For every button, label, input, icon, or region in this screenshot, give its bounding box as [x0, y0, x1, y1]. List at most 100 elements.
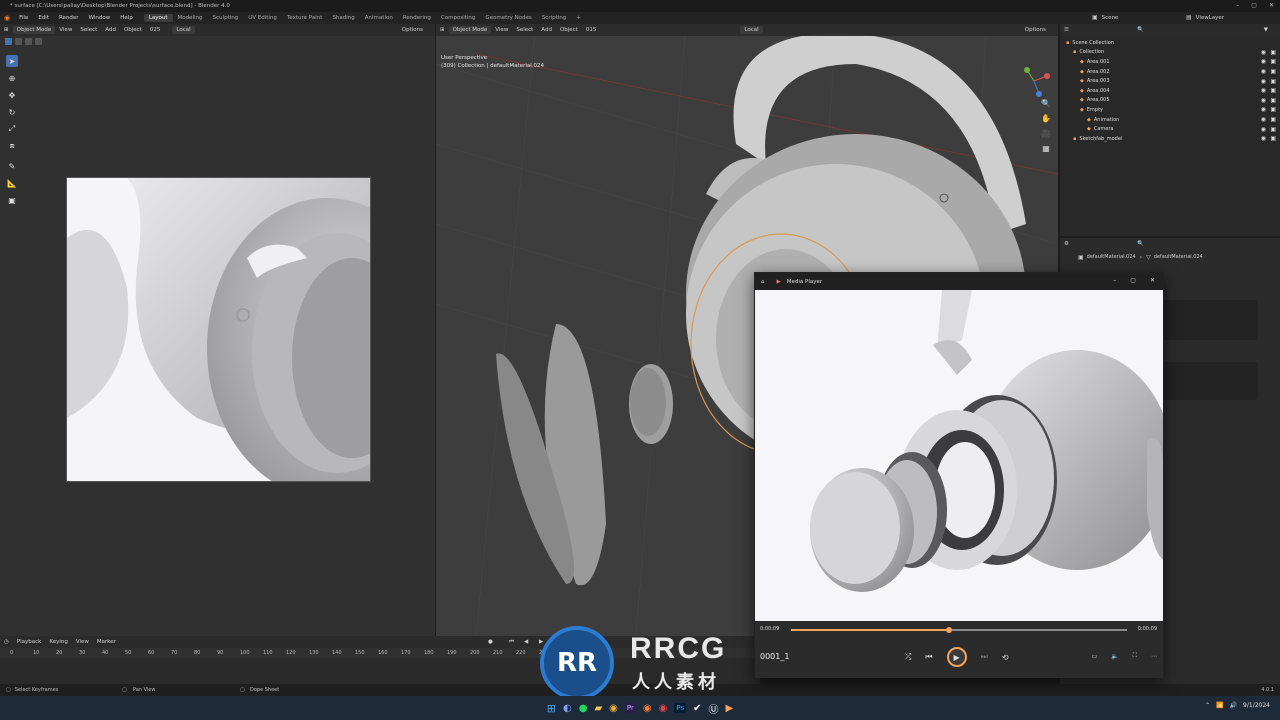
header-menu-select[interactable]: Select	[76, 27, 101, 33]
todo-icon[interactable]: ✔	[693, 703, 701, 714]
visibility-eye-icon[interactable]: ◉	[1261, 87, 1266, 94]
viewport-menu-add[interactable]: Add	[537, 27, 556, 33]
speaker-icon[interactable]: 🔊	[1230, 702, 1237, 709]
render-camera-icon[interactable]: ▣	[1270, 106, 1276, 113]
outliner-item[interactable]: ◆ Animation ◉ ▣	[1060, 115, 1280, 125]
visibility-eye-icon[interactable]: ◉	[1261, 135, 1266, 142]
measure-tool-icon[interactable]: 📐	[6, 177, 18, 189]
visibility-eye-icon[interactable]: ◉	[1261, 126, 1266, 133]
workspace-tab-add[interactable]: +	[571, 15, 586, 21]
outliner-item[interactable]: ◆ Area.002 ◉ ▣	[1060, 67, 1280, 77]
render-camera-icon[interactable]: ▣	[1270, 126, 1276, 133]
box-mode-icon[interactable]	[15, 38, 22, 45]
chrome-icon[interactable]: ◉	[609, 703, 618, 714]
fullscreen-icon[interactable]: ⛶	[1133, 652, 1137, 660]
copilot-icon[interactable]: ◐	[563, 703, 572, 714]
outliner-item[interactable]: ▪ Scene Collection	[1060, 38, 1280, 48]
transform-tool-icon[interactable]: ⧈	[6, 140, 18, 152]
workspace-tab-scripting[interactable]: Scripting	[537, 15, 571, 21]
file-explorer-icon[interactable]: ▰	[594, 703, 602, 714]
outliner-item[interactable]: ◆ Camera ◉ ▣	[1060, 124, 1280, 134]
volume-icon[interactable]: 🔈	[1111, 653, 1118, 660]
captions-icon[interactable]: ▭	[1092, 653, 1098, 660]
workspace-tab-layout[interactable]: Layout	[143, 14, 173, 22]
workspace-tab-modeling[interactable]: Modeling	[173, 15, 208, 21]
outliner-item[interactable]: ◆ Area.004 ◉ ▣	[1060, 86, 1280, 96]
seek-thumb[interactable]	[945, 627, 952, 633]
mp-minimize-icon[interactable]: –	[1113, 277, 1116, 284]
add-cube-tool-icon[interactable]: ▣	[6, 194, 18, 206]
viewport-transform-dropdown[interactable]: Local	[740, 26, 763, 34]
tray-arrow-icon[interactable]: ⌃	[1205, 702, 1210, 709]
seek-bar[interactable]	[791, 627, 1127, 633]
repeat-off-icon[interactable]: ⟲	[1002, 653, 1009, 662]
view-layer-name[interactable]: ViewLayer	[1196, 15, 1224, 21]
options-button[interactable]: Options	[398, 27, 427, 33]
visibility-eye-icon[interactable]: ◉	[1261, 58, 1266, 65]
workspace-tab-rendering[interactable]: Rendering	[398, 15, 436, 21]
workspace-tab-compositing[interactable]: Compositing	[436, 15, 480, 21]
outliner-item[interactable]: ▪ Sketchfab_model ◉ ▣	[1060, 134, 1280, 144]
viewport-editor-icon[interactable]: ⊞	[436, 27, 449, 33]
workspace-tab-sculpting[interactable]: Sculpting	[208, 15, 244, 21]
mp-maximize-icon[interactable]: ▢	[1130, 277, 1136, 284]
jump-start-icon[interactable]: ⏮	[505, 639, 518, 646]
header-menu-add[interactable]: Add	[101, 27, 120, 33]
properties-search-icon[interactable]: 🔍	[1133, 241, 1148, 247]
render-camera-icon[interactable]: ▣	[1270, 87, 1276, 94]
shuffle-icon[interactable]: ⤮	[905, 652, 911, 662]
more-options-icon[interactable]: ⋯	[1151, 653, 1157, 660]
pan-hand-icon[interactable]: ✋	[1040, 112, 1052, 124]
header-menu-view[interactable]: View	[55, 27, 76, 33]
select-tool-icon[interactable]: ➤	[6, 55, 18, 67]
visibility-eye-icon[interactable]: ◉	[1261, 78, 1266, 85]
menu-render[interactable]: Render	[54, 15, 84, 21]
unreal-icon[interactable]: Ⓤ	[709, 701, 719, 716]
outliner-editor-icon[interactable]: ☰	[1060, 27, 1073, 33]
outliner-item[interactable]: ◆ Area.001 ◉ ▣	[1060, 57, 1280, 67]
workspace-tab-geometry-nodes[interactable]: Geometry Nodes	[480, 15, 536, 21]
outliner-search-icon[interactable]: 🔍	[1133, 27, 1148, 33]
viewport-mode-dropdown[interactable]: Object Mode	[448, 26, 492, 34]
mp-close-icon[interactable]: ✕	[1150, 277, 1155, 284]
app-icon-red[interactable]: ◉	[659, 703, 668, 714]
video-frame[interactable]	[757, 290, 1163, 621]
ortho-grid-icon[interactable]: ▦	[1040, 142, 1052, 154]
viewport-menu-view[interactable]: View	[491, 27, 512, 33]
premiere-icon[interactable]: Pr	[624, 703, 636, 713]
next-icon[interactable]: ⏭	[981, 652, 988, 662]
header-menu-object[interactable]: Object	[120, 27, 146, 33]
media-player-taskbar-icon[interactable]: ▶	[726, 703, 734, 714]
timeline-menu-playback[interactable]: Playback	[13, 639, 46, 645]
start-icon[interactable]: ⊞	[547, 702, 556, 715]
workspace-tab-uv-editing[interactable]: UV Editing	[243, 15, 282, 21]
network-icon[interactable]: 📶	[1216, 702, 1223, 709]
viewport-menu-object[interactable]: Object	[556, 27, 582, 33]
blender-logo-icon[interactable]: ◉	[0, 14, 14, 22]
outliner-item[interactable]: ◆ Area.003 ◉ ▣	[1060, 76, 1280, 86]
timeline-menu-marker[interactable]: Marker	[93, 639, 120, 645]
spotify-icon[interactable]: ●	[579, 703, 588, 714]
outliner-item[interactable]: ◆ Empty ◉ ▣	[1060, 105, 1280, 115]
taskbar-date[interactable]: 9/1/2024	[1243, 702, 1270, 709]
timeline-menu-view[interactable]: View	[72, 639, 93, 645]
outliner-filter-icon[interactable]: ▼	[1260, 27, 1272, 33]
menu-help[interactable]: Help	[115, 15, 138, 21]
transform-orientation-dropdown[interactable]: Local	[172, 26, 195, 34]
workspace-tab-texture-paint[interactable]: Texture Paint	[282, 15, 328, 21]
home-icon[interactable]: ⌂	[761, 279, 777, 285]
outliner-item[interactable]: ▪ Collection ◉ ▣	[1060, 48, 1280, 58]
annotate-tool-icon[interactable]: ✎	[6, 160, 18, 172]
render-camera-icon[interactable]: ▣	[1270, 49, 1276, 56]
render-camera-icon[interactable]: ▣	[1270, 97, 1276, 104]
visibility-eye-icon[interactable]: ◉	[1261, 49, 1266, 56]
close-icon[interactable]: ✕	[1269, 2, 1274, 9]
minimize-icon[interactable]: –	[1236, 2, 1239, 9]
visibility-eye-icon[interactable]: ◉	[1261, 106, 1266, 113]
render-camera-icon[interactable]: ▣	[1270, 58, 1276, 65]
record-button-icon[interactable]: ●	[484, 639, 497, 645]
maximize-icon[interactable]: ▢	[1251, 2, 1257, 9]
navigation-gizmo[interactable]	[1017, 64, 1051, 98]
mode-dropdown[interactable]: Object Mode	[12, 26, 56, 34]
photoshop-icon[interactable]: Ps	[674, 703, 687, 713]
